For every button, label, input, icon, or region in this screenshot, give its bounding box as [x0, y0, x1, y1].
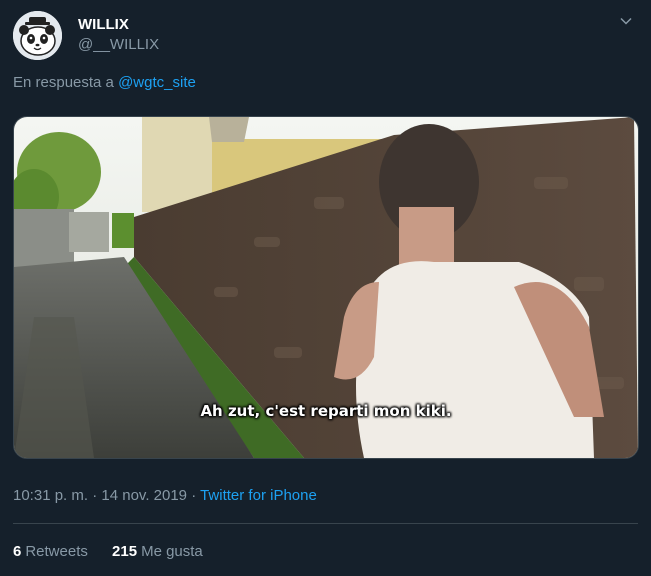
video-thumbnail[interactable]: Ah zut, c'est reparti mon kiki. — [13, 116, 639, 459]
chevron-down-icon[interactable] — [618, 13, 634, 29]
author-handle[interactable]: @__WILLIX — [78, 36, 159, 53]
tweet-metadata: 10:31 p. m. · 14 nov. 2019 · Twitter for… — [13, 487, 317, 504]
reply-context: En respuesta a @wgtc_site — [13, 74, 196, 91]
video-subtitle: Ah zut, c'est reparti mon kiki. — [200, 402, 452, 420]
tweet-date[interactable]: 14 nov. 2019 — [101, 487, 187, 504]
likes-count: 215 — [112, 543, 138, 560]
avatar[interactable] — [13, 11, 62, 60]
author-name[interactable]: WILLIX — [78, 16, 129, 33]
retweets-count: 6 — [13, 543, 22, 560]
divider — [13, 523, 638, 524]
reply-prefix: En respuesta a — [13, 74, 119, 91]
tweet-header: WILLIX @__WILLIX — [13, 11, 638, 61]
retweets-stat[interactable]: 6 Retweets — [13, 543, 88, 560]
tweet-source-link[interactable]: Twitter for iPhone — [200, 487, 317, 504]
tweet-time[interactable]: 10:31 p. m. — [13, 487, 88, 504]
meta-separator: · — [187, 487, 201, 504]
retweets-label: Retweets — [25, 543, 88, 560]
reply-mention-link[interactable]: @wgtc_site — [118, 74, 196, 91]
panda-avatar-icon — [13, 11, 62, 60]
likes-stat[interactable]: 215 Me gusta — [112, 543, 203, 560]
meta-separator: · — [88, 487, 102, 504]
tweet-stats: 6 Retweets 215 Me gusta — [13, 543, 223, 560]
likes-label: Me gusta — [141, 543, 203, 560]
